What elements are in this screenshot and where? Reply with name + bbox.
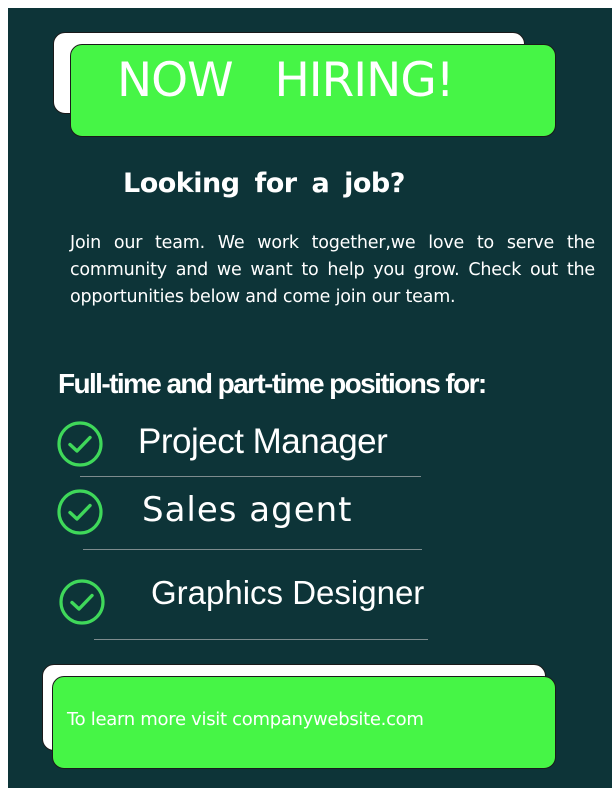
footer-website-text: To learn more visit companywebsite.com [67, 709, 424, 730]
check-circle-icon [59, 579, 105, 625]
subheading: Looking for a job? [123, 168, 405, 199]
position-label: Graphics Designer [151, 574, 425, 611]
footer-banner: To learn more visit companywebsite.com [52, 676, 556, 769]
divider [94, 639, 428, 640]
intro-paragraph: Join our team. We work together,we love … [70, 233, 595, 307]
divider [83, 549, 422, 550]
headline-text: NOW HIRING! [117, 53, 455, 108]
hiring-poster: NOW HIRING! Looking for a job? Join our … [8, 8, 612, 788]
position-label: Project Manager [138, 422, 388, 461]
check-circle-icon [57, 489, 103, 535]
divider [80, 476, 421, 477]
position-label: Sales agent [142, 490, 353, 530]
positions-title: Full-time and part-time positions for: [58, 368, 487, 399]
headline-banner: NOW HIRING! [70, 44, 556, 137]
check-circle-icon [57, 421, 103, 467]
